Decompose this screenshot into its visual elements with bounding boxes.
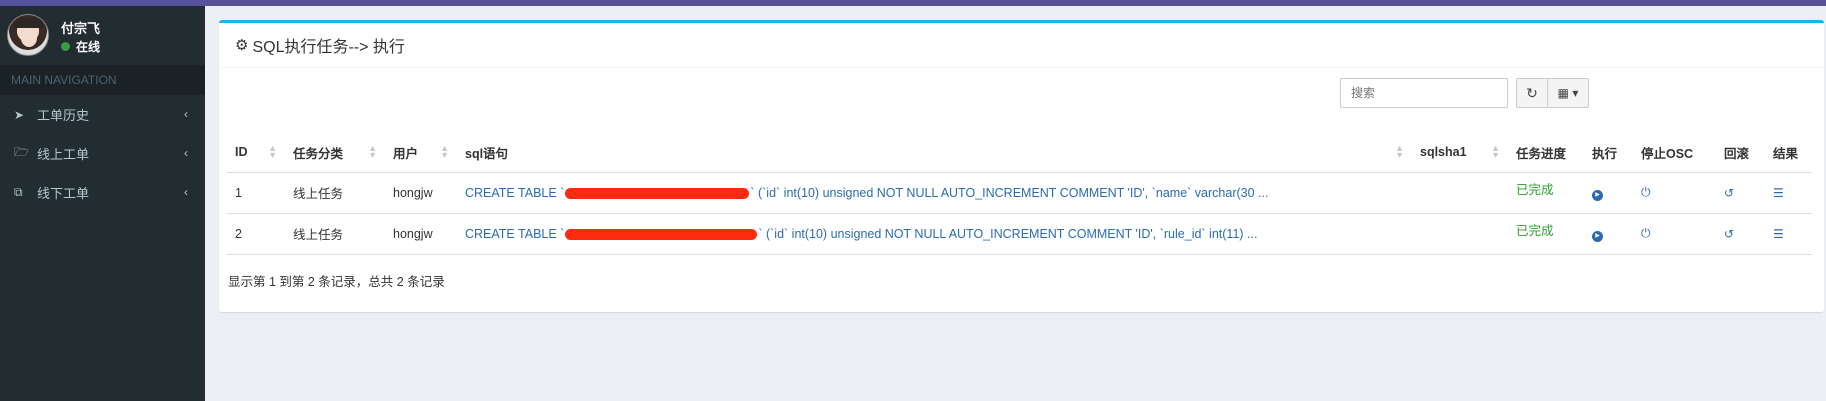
user-status-label: 在线 xyxy=(76,40,101,54)
redaction-mark xyxy=(565,228,758,240)
cell-user: hongjw xyxy=(385,172,457,214)
power-icon[interactable]: ⏻ xyxy=(1641,226,1651,240)
cell-sqlsha1 xyxy=(1412,213,1508,255)
search-input[interactable] xyxy=(1340,78,1508,108)
list-icon[interactable]: ☰ xyxy=(1773,227,1784,241)
cell-execute[interactable]: ▶ xyxy=(1584,213,1633,255)
cell-execute[interactable]: ▶ xyxy=(1584,172,1633,214)
table-row: 1 线上任务 hongjw CREATE TABLE ` ` (`id` int(… xyxy=(227,172,1812,214)
undo-icon[interactable]: ↺ xyxy=(1724,186,1734,200)
box-header: ⚙ SQL执行任务--> 执行 xyxy=(219,23,1824,68)
sort-icon: ▲ ▼ xyxy=(368,143,377,160)
col-header-sql[interactable]: sql语句 ▲ ▼ xyxy=(457,133,1412,173)
cell-stop-osc[interactable]: ⏻ xyxy=(1633,172,1716,214)
cell-sql-link[interactable]: CREATE TABLE ` ` (`id` int(10) unsigned N… xyxy=(457,213,1412,255)
cell-category: 线上任务 xyxy=(285,172,385,214)
task-table: ID ▲ ▼ 任务分类 ▲ ▼ 用户 ▲ ▼ sql语句 ▲ ▼ sqlsha1 ▲ ▼ 任务进度 … xyxy=(227,133,1812,255)
page-title: SQL执行任务--> 执行 xyxy=(252,39,405,56)
col-header-stop-osc: 停止OSC xyxy=(1633,133,1716,173)
clone-icon: ⧉ xyxy=(14,185,23,199)
sort-icon: ▲ ▼ xyxy=(1395,143,1404,160)
col-header-user[interactable]: 用户 ▲ ▼ xyxy=(385,133,457,173)
col-header-result: 结果 xyxy=(1765,133,1812,173)
cell-rollback[interactable]: ↺ xyxy=(1716,172,1765,214)
progress-status: 已完成 xyxy=(1516,183,1554,197)
col-header-id[interactable]: ID ▲ ▼ xyxy=(227,133,285,173)
folder-open-icon: 🗁 xyxy=(14,145,29,159)
cell-sql-link[interactable]: CREATE TABLE ` ` (`id` int(10) unsigned N… xyxy=(457,172,1412,214)
col-header-rollback: 回滚 xyxy=(1716,133,1765,173)
redaction-mark xyxy=(565,187,750,199)
sidebar-item-offline-ticket[interactable]: ⧉ 线下工单 ‹ xyxy=(0,173,205,212)
user-name: 付宗飞 xyxy=(61,21,101,36)
chevron-left-icon: ‹ xyxy=(184,146,188,160)
sidebar-item-online-ticket[interactable]: 🗁 线上工单 ‹ xyxy=(0,134,205,173)
col-header-progress: 任务进度 xyxy=(1508,133,1584,173)
power-icon[interactable]: ⏻ xyxy=(1641,185,1651,199)
pagination-summary: 显示第 1 到第 2 条记录，总共 2 条记录 xyxy=(228,275,445,289)
top-navbar xyxy=(0,0,1826,6)
sidebar-item-label: 线下工单 xyxy=(37,186,90,201)
chevron-left-icon: ‹ xyxy=(184,107,188,121)
progress-status: 已完成 xyxy=(1516,224,1554,238)
cell-id: 2 xyxy=(227,213,285,255)
paper-plane-icon: ➤ xyxy=(14,107,25,122)
user-panel: 付宗飞 在线 xyxy=(0,6,205,64)
play-circle-icon[interactable]: ▶ xyxy=(1592,189,1603,201)
sidebar-item-label: 工单历史 xyxy=(37,108,90,123)
cell-progress: 已完成 xyxy=(1508,213,1584,255)
sidebar: 付宗飞 在线 MAIN NAVIGATION ➤ 工单历史 ‹ 🗁 线上工单 ‹… xyxy=(0,6,205,401)
cell-rollback[interactable]: ↺ xyxy=(1716,213,1765,255)
col-header-execute: 执行 xyxy=(1584,133,1633,173)
sidebar-item-ticket-history[interactable]: ➤ 工单历史 ‹ xyxy=(0,95,205,134)
cell-result[interactable]: ☰ xyxy=(1765,172,1812,214)
avatar xyxy=(7,14,49,56)
cell-stop-osc[interactable]: ⏻ xyxy=(1633,213,1716,255)
cell-result[interactable]: ☰ xyxy=(1765,213,1812,255)
columns-toggle-button[interactable]: ▦ ▾ xyxy=(1547,78,1589,108)
user-status: 在线 xyxy=(61,38,100,55)
sort-icon: ▲ ▼ xyxy=(440,143,449,160)
undo-icon[interactable]: ↺ xyxy=(1724,227,1734,241)
cell-category: 线上任务 xyxy=(285,213,385,255)
cell-id: 1 xyxy=(227,172,285,214)
list-icon[interactable]: ☰ xyxy=(1773,186,1784,200)
refresh-button[interactable]: ↻ xyxy=(1516,78,1548,108)
grid-icon: ▦ xyxy=(1557,86,1569,100)
caret-down-icon: ▾ xyxy=(1572,86,1579,100)
play-circle-icon[interactable]: ▶ xyxy=(1592,230,1603,242)
col-header-sqlsha1[interactable]: sqlsha1 ▲ ▼ xyxy=(1412,133,1508,173)
chevron-left-icon: ‹ xyxy=(184,185,188,199)
sidebar-item-label: 线上工单 xyxy=(37,147,90,162)
table-header-row: ID ▲ ▼ 任务分类 ▲ ▼ 用户 ▲ ▼ sql语句 ▲ ▼ sqlsha1 ▲ ▼ 任务进度 … xyxy=(227,133,1812,173)
gear-icon: ⚙ xyxy=(235,37,249,54)
cell-progress: 已完成 xyxy=(1508,172,1584,214)
sort-icon: ▲ ▼ xyxy=(1491,143,1500,160)
online-dot-icon xyxy=(61,42,70,51)
cell-user: hongjw xyxy=(385,213,457,255)
col-header-category[interactable]: 任务分类 ▲ ▼ xyxy=(285,133,385,173)
sort-icon: ▲ ▼ xyxy=(268,143,277,160)
cell-sqlsha1 xyxy=(1412,172,1508,214)
refresh-icon: ↻ xyxy=(1526,84,1538,101)
table-row: 2 线上任务 hongjw CREATE TABLE ` ` (`id` int(… xyxy=(227,213,1812,255)
nav-header: MAIN NAVIGATION xyxy=(0,65,205,95)
